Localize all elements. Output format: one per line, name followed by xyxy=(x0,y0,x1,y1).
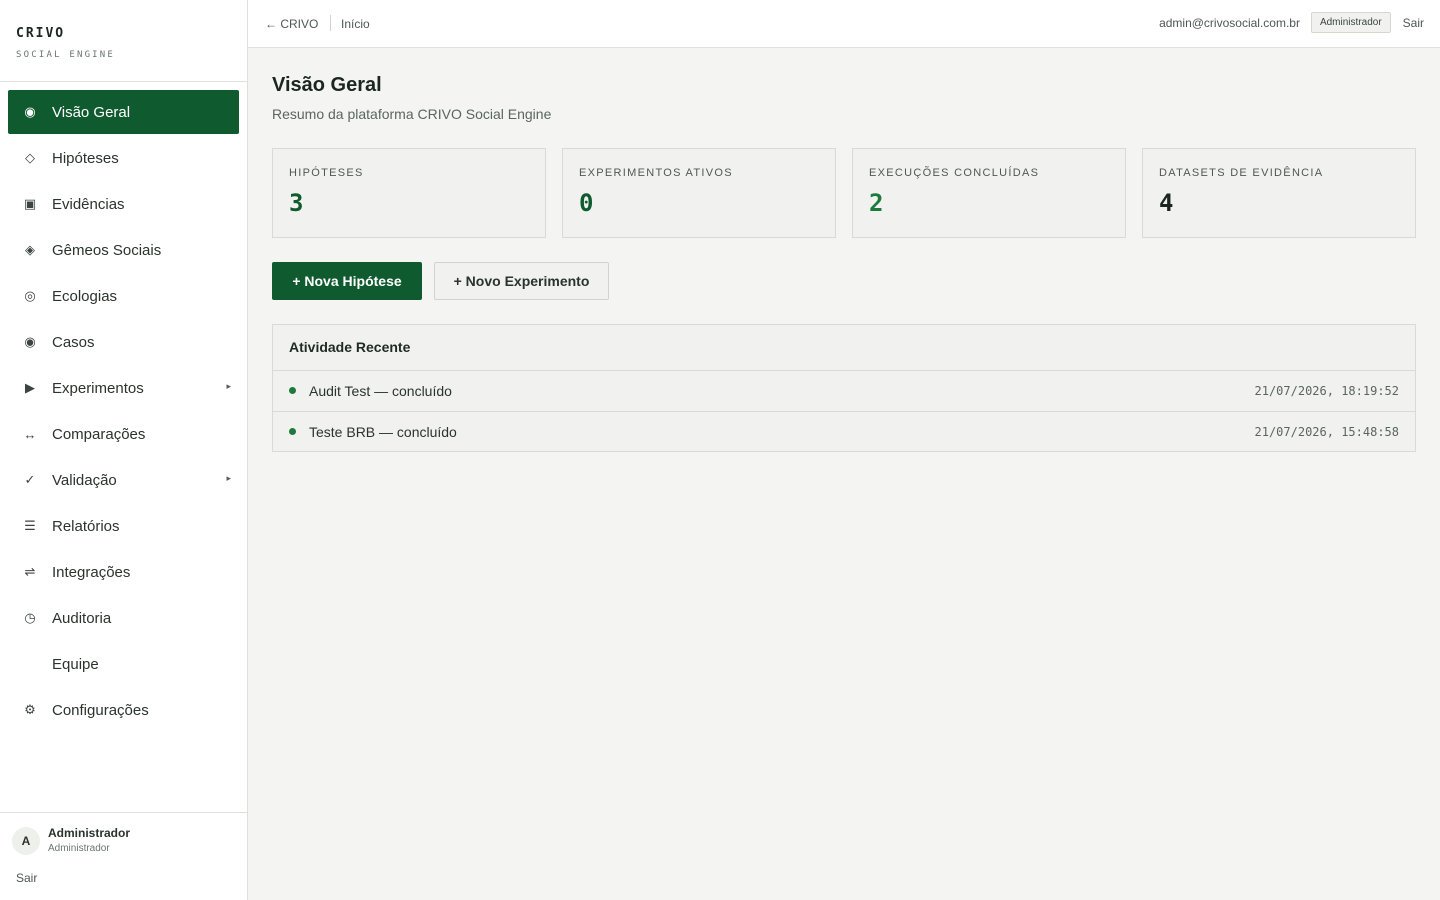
sidebar-logout-link[interactable]: Sair xyxy=(16,871,37,885)
stat-card-active-experiments: EXPERIMENTOS ATIVOS 0 xyxy=(562,148,836,238)
sidebar-item-hipoteses[interactable]: ◇ Hipóteses xyxy=(8,136,239,180)
sidebar-item-configuracoes[interactable]: ⚙ Configurações xyxy=(8,688,239,732)
breadcrumb-home-link[interactable]: Início xyxy=(341,17,370,31)
sidebar-item-ecologias[interactable]: ◎ Ecologias xyxy=(8,274,239,318)
sidebar-item-casos[interactable]: ◉ Casos xyxy=(8,320,239,364)
activity-text: Teste BRB — concluído xyxy=(309,424,457,440)
sidebar-item-label: Evidências xyxy=(52,195,125,213)
brand-title: CRIVO xyxy=(16,26,66,41)
chevron-right-icon: ▸ xyxy=(226,381,231,391)
stat-label: EXECUÇÕES CONCLUÍDAS xyxy=(869,167,1040,179)
diamond-filled-icon: ◈ xyxy=(25,242,35,257)
topbar: ← CRIVO Início admin@crivosocial.com.br … xyxy=(248,0,1440,48)
activity-row[interactable]: Audit Test — concluído 21/07/2026, 18:19… xyxy=(273,371,1415,412)
sidebar-item-label: Configurações xyxy=(52,701,149,719)
sidebar-item-equipe[interactable]: Equipe xyxy=(8,642,239,686)
sidebar-item-label: Experimentos xyxy=(52,379,144,397)
sidebar-item-label: Relatórios xyxy=(52,517,120,535)
sidebar-item-relatorios[interactable]: ☰ Relatórios xyxy=(8,504,239,548)
sidebar-item-gemeos-sociais[interactable]: ◈ Gêmeos Sociais xyxy=(8,228,239,272)
sidebar-item-experimentos[interactable]: ▶ Experimentos ▸ xyxy=(8,366,239,410)
sidebar-item-validacao[interactable]: ✓ Validação ▸ xyxy=(8,458,239,502)
play-icon: ▶ xyxy=(25,380,35,395)
stat-label: EXPERIMENTOS ATIVOS xyxy=(579,167,733,179)
sidebar-item-label: Integrações xyxy=(52,563,131,581)
activity-row[interactable]: Teste BRB — concluído 21/07/2026, 15:48:… xyxy=(273,412,1415,453)
sidebar-item-label: Hipóteses xyxy=(52,149,119,167)
sidebar-item-label: Equipe xyxy=(52,655,99,673)
sidebar-item-label: Visão Geral xyxy=(52,103,131,121)
user-role: Administrador xyxy=(48,843,110,854)
activity-timestamp: 21/07/2026, 15:48:58 xyxy=(1254,425,1400,439)
user-name: Administrador xyxy=(48,826,131,840)
stat-value: 0 xyxy=(579,189,594,217)
sidebar-item-integracoes[interactable]: ⇌ Integrações xyxy=(8,550,239,594)
stat-value: 2 xyxy=(869,189,884,217)
sidebar-item-auditoria[interactable]: ◷ Auditoria xyxy=(8,596,239,640)
stat-label: HIPÓTESES xyxy=(289,167,364,179)
list-icon: ☰ xyxy=(24,518,36,533)
radio-icon: ◉ xyxy=(24,334,36,349)
stat-label: DATASETS DE EVIDÊNCIA xyxy=(1159,167,1324,179)
recent-activity-title: Atividade Recente xyxy=(273,325,1415,371)
new-experiment-button[interactable]: + Novo Experimento xyxy=(434,262,609,300)
page-title: Visão Geral xyxy=(272,74,382,96)
recent-activity-panel: Atividade Recente Audit Test — concluído… xyxy=(272,324,1416,452)
brand-subtitle: SOCIAL ENGINE xyxy=(16,50,116,60)
new-hypothesis-button[interactable]: + Nova Hipótese xyxy=(272,262,422,300)
arrows-icon: ↔ xyxy=(23,426,37,442)
brand: CRIVO SOCIAL ENGINE xyxy=(0,0,247,82)
breadcrumb-back-link[interactable]: ← CRIVO xyxy=(265,17,318,31)
sidebar-footer: A Administrador Administrador Sair xyxy=(0,812,247,900)
logout-link[interactable]: Sair xyxy=(1403,16,1424,30)
activity-text: Audit Test — concluído xyxy=(309,383,452,399)
stat-value: 4 xyxy=(1159,189,1174,217)
avatar[interactable]: A xyxy=(12,827,40,855)
stat-card-hypotheses: HIPÓTESES 3 xyxy=(272,148,546,238)
status-dot-icon xyxy=(289,428,296,435)
sidebar-nav: ◉ Visão Geral ◇ Hipóteses ▣ Evidências ◈ Gêmeos… xyxy=(0,82,247,732)
stat-card-evidence-datasets: DATASETS DE EVIDÊNCIA 4 xyxy=(1142,148,1416,238)
topbar-user-area: admin@crivosocial.com.br Administrador S… xyxy=(1159,12,1424,33)
radio-icon: ◉ xyxy=(24,104,36,119)
sidebar-item-label: Ecologias xyxy=(52,287,118,305)
sidebar-item-label: Auditoria xyxy=(52,609,112,627)
chevron-right-icon: ▸ xyxy=(226,473,231,483)
sidebar-item-label: Gêmeos Sociais xyxy=(52,241,162,259)
exchange-icon: ⇌ xyxy=(24,564,36,579)
breadcrumb-separator xyxy=(330,15,331,31)
sidebar: CRIVO SOCIAL ENGINE ◉ Visão Geral ◇ Hipótes… xyxy=(0,0,248,900)
user-email: admin@crivosocial.com.br xyxy=(1159,15,1300,30)
activity-timestamp: 21/07/2026, 18:19:52 xyxy=(1254,384,1400,398)
role-badge: Administrador xyxy=(1310,12,1391,33)
stat-value: 3 xyxy=(289,189,304,217)
page-subtitle: Resumo da plataforma CRIVO Social Engine xyxy=(272,106,552,122)
target-icon: ◎ xyxy=(24,288,36,303)
diamond-outline-icon: ◇ xyxy=(25,150,35,165)
clock-icon: ◷ xyxy=(24,610,36,625)
sidebar-item-visao-geral[interactable]: ◉ Visão Geral xyxy=(8,90,239,134)
sidebar-item-evidencias[interactable]: ▣ Evidências xyxy=(8,182,239,226)
stat-card-completed-runs: EXECUÇÕES CONCLUÍDAS 2 xyxy=(852,148,1126,238)
sidebar-item-label: Validação xyxy=(52,471,117,489)
gear-icon: ⚙ xyxy=(24,702,36,717)
check-icon: ✓ xyxy=(24,472,36,487)
sidebar-item-label: Comparações xyxy=(52,425,146,443)
status-dot-icon xyxy=(289,387,296,394)
sidebar-item-label: Casos xyxy=(52,333,95,351)
square-icon: ▣ xyxy=(23,196,37,211)
sidebar-item-comparacoes[interactable]: ↔ Comparações xyxy=(8,412,239,456)
